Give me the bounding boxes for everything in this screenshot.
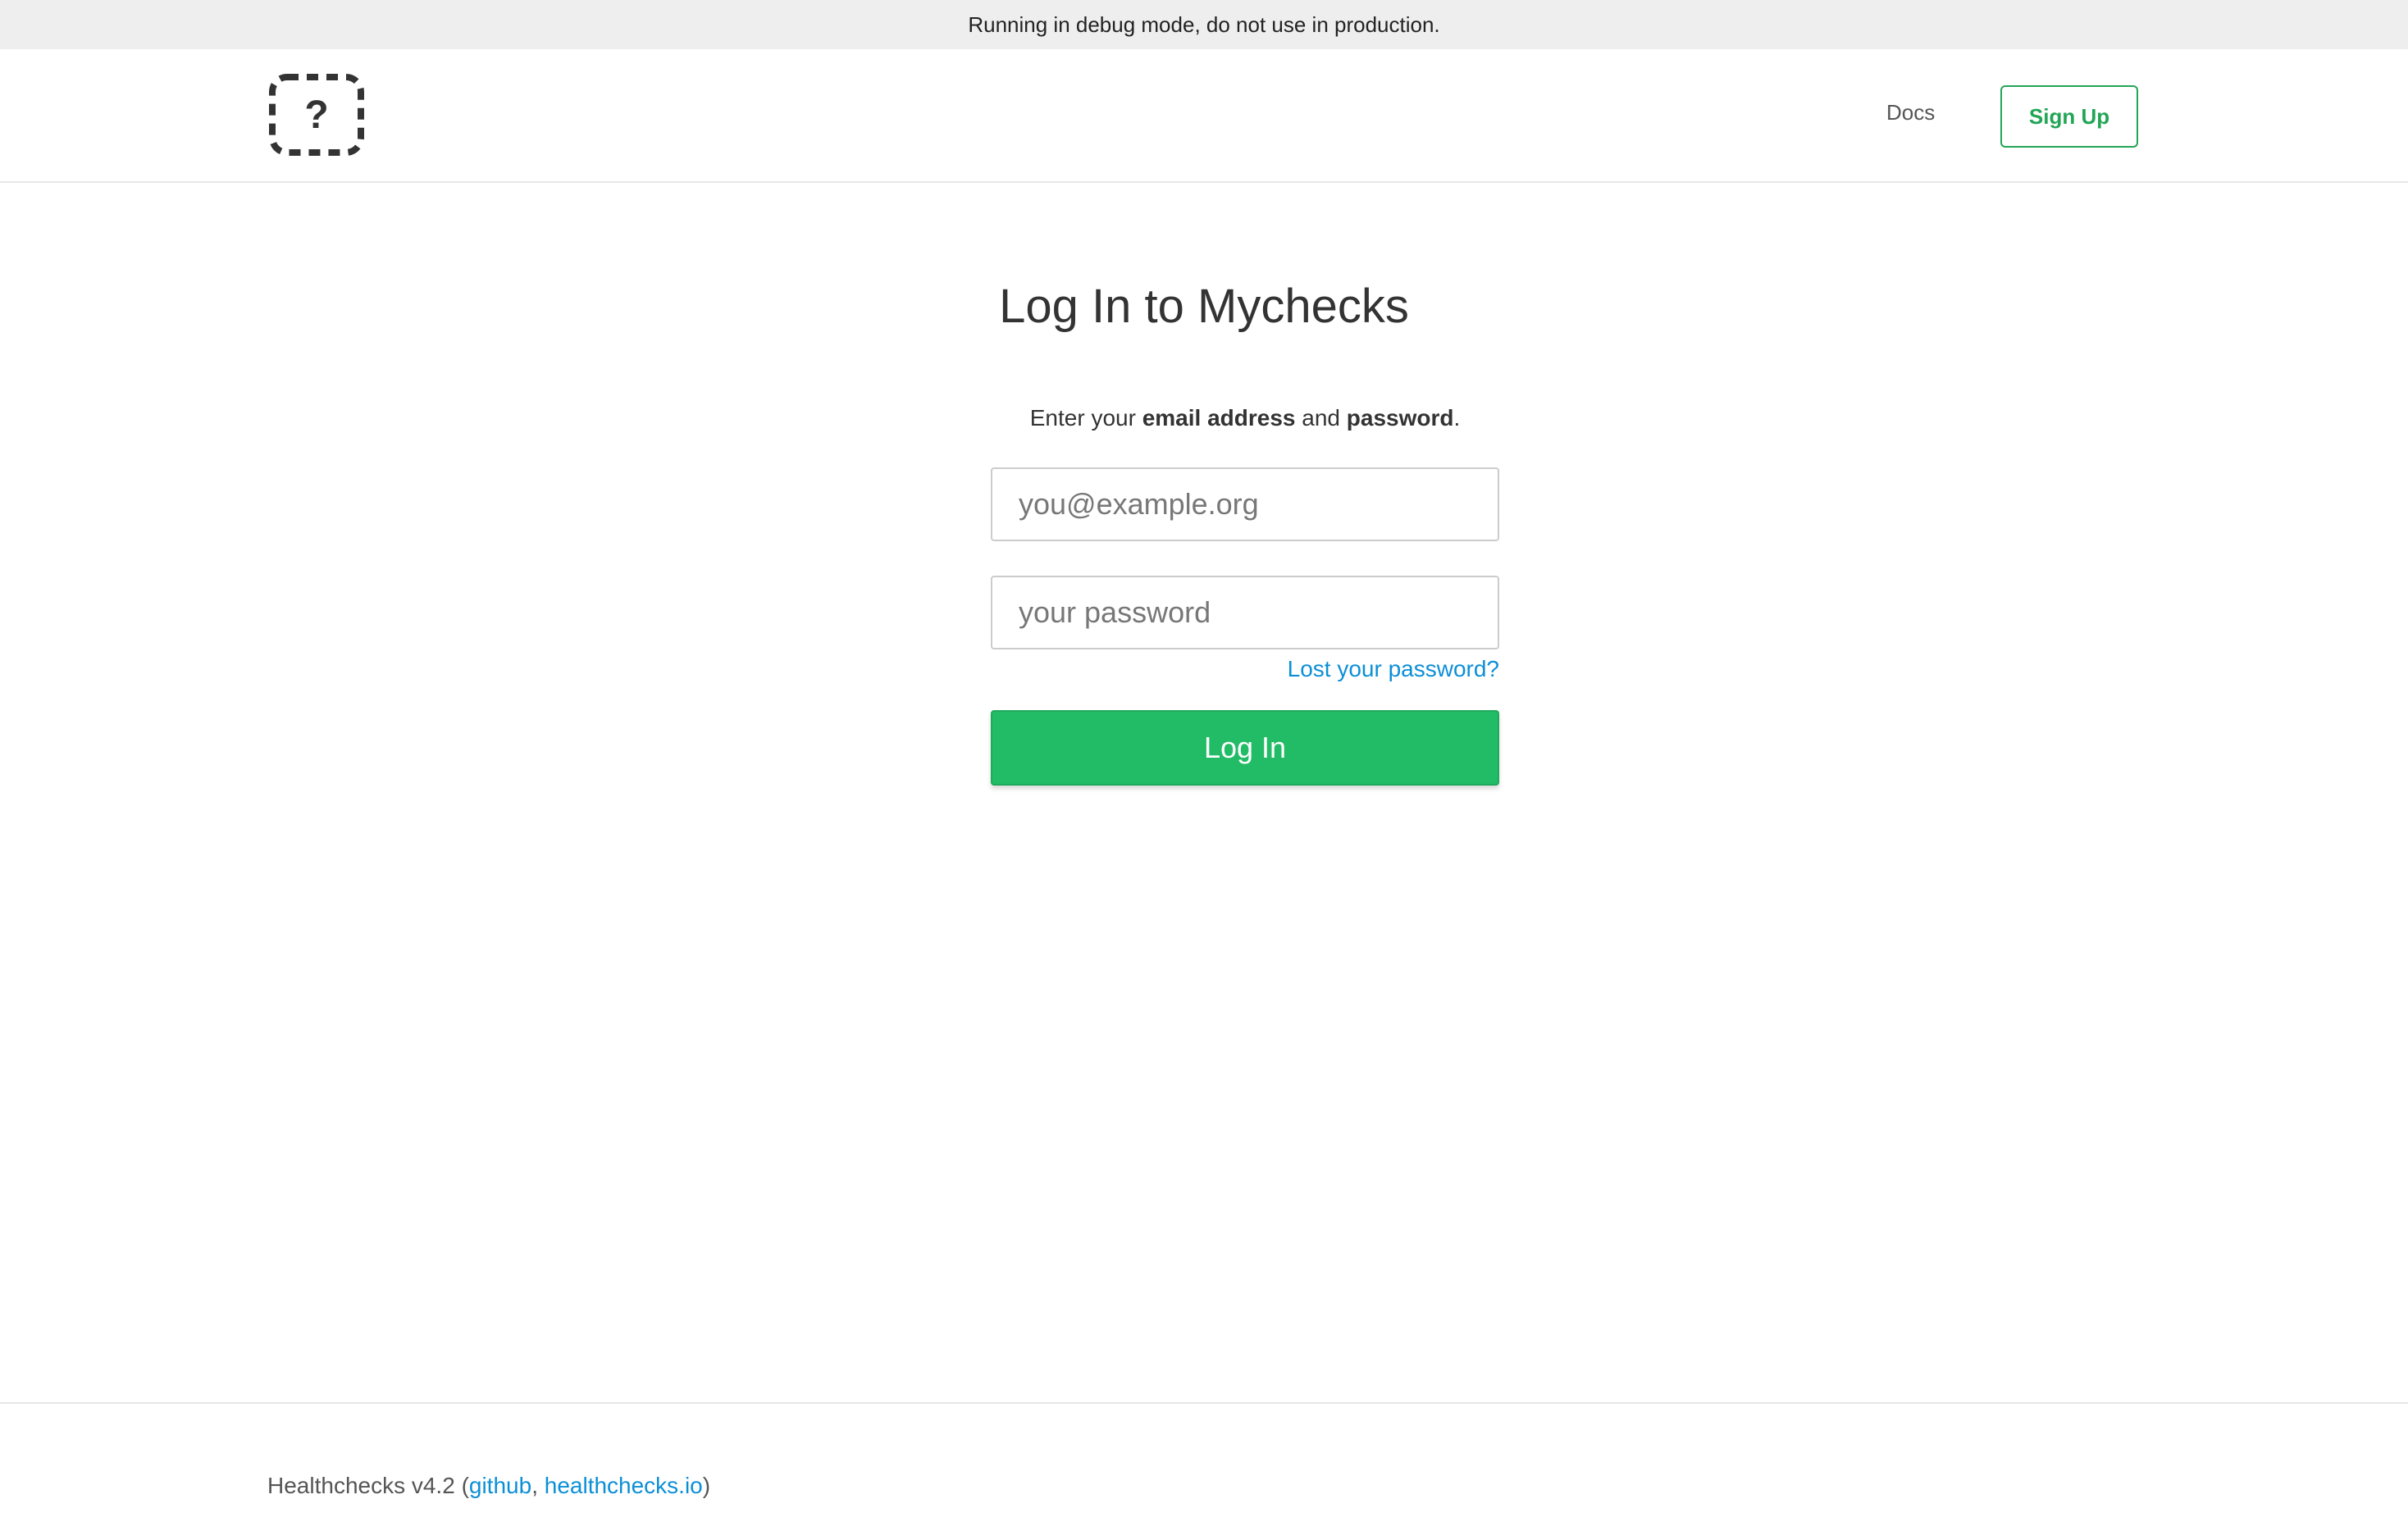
instructions-middle: and: [1295, 405, 1347, 431]
dashed-question-icon: ?: [269, 74, 364, 156]
footer-separator: ,: [531, 1473, 545, 1498]
footer: Healthchecks v4.2 (github, healthchecks.…: [0, 1402, 2408, 1540]
top-navbar: ? Docs Sign Up: [0, 49, 2408, 183]
login-button[interactable]: Log In: [991, 710, 1499, 786]
instructions-suffix: .: [1453, 405, 1461, 431]
svg-text:?: ?: [304, 93, 328, 137]
footer-prefix: Healthchecks v4.2 (: [267, 1473, 469, 1498]
footer-suffix: ): [702, 1473, 711, 1498]
signup-button[interactable]: Sign Up: [2000, 85, 2138, 148]
logo-link[interactable]: ?: [267, 72, 366, 157]
footer-github-link[interactable]: github: [469, 1473, 531, 1498]
footer-healthchecks-link[interactable]: healthchecks.io: [545, 1473, 703, 1498]
instructions-prefix: Enter your: [1029, 405, 1142, 431]
instructions-email-bold: email address: [1142, 405, 1296, 431]
instructions-password-bold: password: [1346, 405, 1454, 431]
page-title: Log In to Mychecks: [0, 279, 2408, 334]
page-title-text: Log In to Mychecks: [999, 280, 1409, 333]
debug-banner-text: Running in debug mode, do not use in pro…: [968, 11, 1440, 37]
login-instructions: Enter your email address and password.: [991, 405, 1499, 431]
footer-text: Healthchecks v4.2 (github, healthchecks.…: [267, 1473, 710, 1499]
debug-banner: Running in debug mode, do not use in pro…: [0, 0, 2408, 49]
lost-password-link[interactable]: Lost your password?: [991, 656, 1499, 682]
nav-docs-link[interactable]: Docs: [1886, 100, 1935, 125]
email-field[interactable]: [991, 467, 1499, 541]
password-field[interactable]: [991, 576, 1499, 649]
